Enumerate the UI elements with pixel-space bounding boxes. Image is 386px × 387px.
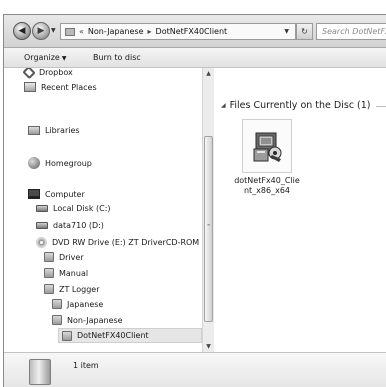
sidebar-item-label: DVD RW Drive (E:) ZT DriverCD-ROM bbox=[52, 238, 200, 247]
sidebar-item-manual[interactable]: Manual bbox=[44, 268, 88, 278]
dropbox-icon bbox=[22, 68, 36, 80]
organize-label: Organize bbox=[24, 53, 60, 62]
breadcrumb-item-non-japanese[interactable]: Non-Japanese bbox=[88, 27, 144, 36]
folder-icon bbox=[52, 299, 62, 309]
sidebar-item-label: DotNetFX40Client bbox=[77, 331, 149, 340]
sidebar-item-local-disk[interactable]: Local Disk (C:) bbox=[36, 204, 111, 213]
grip-icon: ≡ bbox=[207, 222, 211, 227]
sidebar-item-label: Dropbox bbox=[39, 68, 73, 77]
file-icon-frame bbox=[242, 119, 292, 173]
scroll-up-arrow-icon[interactable]: ▲ bbox=[203, 68, 214, 79]
sidebar-item-label: Driver bbox=[59, 252, 84, 262]
address-bar: ◀ ▶ ▼ « Non-Japanese ▸ DotNetFX40Client … bbox=[4, 15, 386, 48]
sidebar-item-dropbox[interactable]: Dropbox bbox=[22, 68, 73, 80]
setup-installer-icon bbox=[253, 132, 282, 162]
explorer-window: ◀ ▶ ▼ « Non-Japanese ▸ DotNetFX40Client … bbox=[3, 14, 386, 387]
recent-pages-dropdown-icon[interactable]: ▼ bbox=[51, 27, 56, 34]
back-button[interactable]: ◀ bbox=[13, 22, 31, 40]
libraries-icon bbox=[28, 126, 40, 135]
computer-icon bbox=[28, 189, 40, 199]
sidebar-item-libraries[interactable]: Libraries bbox=[28, 126, 80, 135]
sidebar-item-label: Non-Japanese bbox=[67, 315, 123, 325]
organize-button[interactable]: Organize ▼ bbox=[24, 53, 66, 62]
scroll-down-arrow-icon[interactable]: ▼ bbox=[203, 341, 214, 352]
file-item[interactable]: dotNetFx40_Client_x86_x64 bbox=[234, 119, 300, 223]
sidebar-item-homegroup[interactable]: Homegroup bbox=[28, 157, 92, 169]
sidebar-item-label: ZT Logger bbox=[59, 284, 100, 294]
item-count: 1 item bbox=[73, 361, 99, 370]
breadcrumb-separator-icon[interactable]: ▸ bbox=[148, 27, 152, 36]
sidebar-item-dvd-drive[interactable]: DVD RW Drive (E:) ZT DriverCD-ROM bbox=[36, 237, 199, 248]
navigation-scrollbar[interactable]: ▲ ≡ ▼ bbox=[202, 68, 214, 352]
details-pane: 1 item bbox=[4, 352, 386, 387]
dvd-drive-icon bbox=[36, 237, 47, 248]
group-divider bbox=[376, 106, 386, 107]
group-header[interactable]: ◢ Files Currently on the Disc (1) bbox=[221, 100, 371, 111]
command-bar: Organize ▼ Burn to disc bbox=[4, 48, 386, 68]
back-arrow-icon: ◀ bbox=[18, 25, 26, 36]
burn-to-disc-button[interactable]: Burn to disc bbox=[93, 53, 141, 62]
collapse-triangle-icon[interactable]: ◢ bbox=[221, 102, 226, 109]
folder-icon bbox=[62, 330, 72, 341]
sidebar-item-japanese[interactable]: Japanese bbox=[52, 299, 103, 309]
sidebar-item-label: Computer bbox=[45, 189, 85, 199]
sidebar-item-computer[interactable]: Computer bbox=[28, 189, 85, 199]
scrollbar-thumb[interactable]: ≡ bbox=[204, 136, 213, 322]
folder-icon bbox=[44, 268, 54, 278]
sidebar-item-label: data710 (D:) bbox=[53, 221, 104, 230]
sidebar-item-dotnetfx40client[interactable]: DotNetFX40Client bbox=[58, 328, 202, 343]
sidebar-item-label: Recent Places bbox=[41, 82, 97, 92]
disc-drive-icon bbox=[29, 359, 51, 385]
folder-icon bbox=[44, 252, 54, 262]
folder-icon bbox=[44, 284, 54, 294]
recent-places-icon bbox=[24, 82, 36, 92]
sidebar-item-recent-places[interactable]: Recent Places bbox=[24, 82, 97, 92]
chevron-down-icon: ▼ bbox=[61, 55, 67, 62]
sidebar-item-non-japanese[interactable]: Non-Japanese bbox=[52, 315, 123, 325]
navigation-pane: Dropbox Recent Places Libraries Homegrou… bbox=[4, 68, 202, 352]
refresh-button[interactable]: ↻ bbox=[296, 23, 313, 40]
group-title: Files Currently on the Disc bbox=[229, 100, 355, 111]
search-input[interactable]: Search DotNetFX40Client bbox=[316, 23, 386, 40]
sidebar-item-label: Homegroup bbox=[45, 158, 92, 168]
address-dropdown-icon[interactable]: ▼ bbox=[284, 28, 289, 35]
folder-icon bbox=[52, 315, 62, 325]
refresh-icon: ↻ bbox=[301, 27, 308, 36]
sidebar-item-label: Japanese bbox=[67, 299, 104, 309]
drive-icon bbox=[36, 222, 48, 229]
sidebar-item-data710[interactable]: data710 (D:) bbox=[36, 221, 104, 230]
sidebar-item-label: Manual bbox=[59, 268, 89, 278]
file-list-pane[interactable]: ◢ Files Currently on the Disc (1) dotNet… bbox=[214, 68, 386, 352]
overflow-chevron-icon[interactable]: « bbox=[79, 27, 84, 36]
file-name: dotNetFx40_Client_x86_x64 bbox=[234, 176, 300, 195]
local-disk-icon bbox=[36, 205, 48, 212]
breadcrumb[interactable]: « Non-Japanese ▸ DotNetFX40Client ▼ bbox=[60, 23, 296, 40]
breadcrumb-item-current[interactable]: DotNetFX40Client bbox=[156, 27, 228, 36]
sidebar-item-zt-logger[interactable]: ZT Logger bbox=[44, 284, 100, 294]
homegroup-icon bbox=[28, 157, 40, 169]
sidebar-item-driver[interactable]: Driver bbox=[44, 252, 84, 262]
forward-button[interactable]: ▶ bbox=[32, 22, 50, 40]
group-count: (1) bbox=[357, 100, 371, 111]
sidebar-item-label: Local Disk (C:) bbox=[53, 204, 111, 213]
forward-arrow-icon: ▶ bbox=[37, 25, 45, 36]
sidebar-item-label: Libraries bbox=[45, 126, 80, 135]
folder-icon bbox=[65, 27, 75, 36]
